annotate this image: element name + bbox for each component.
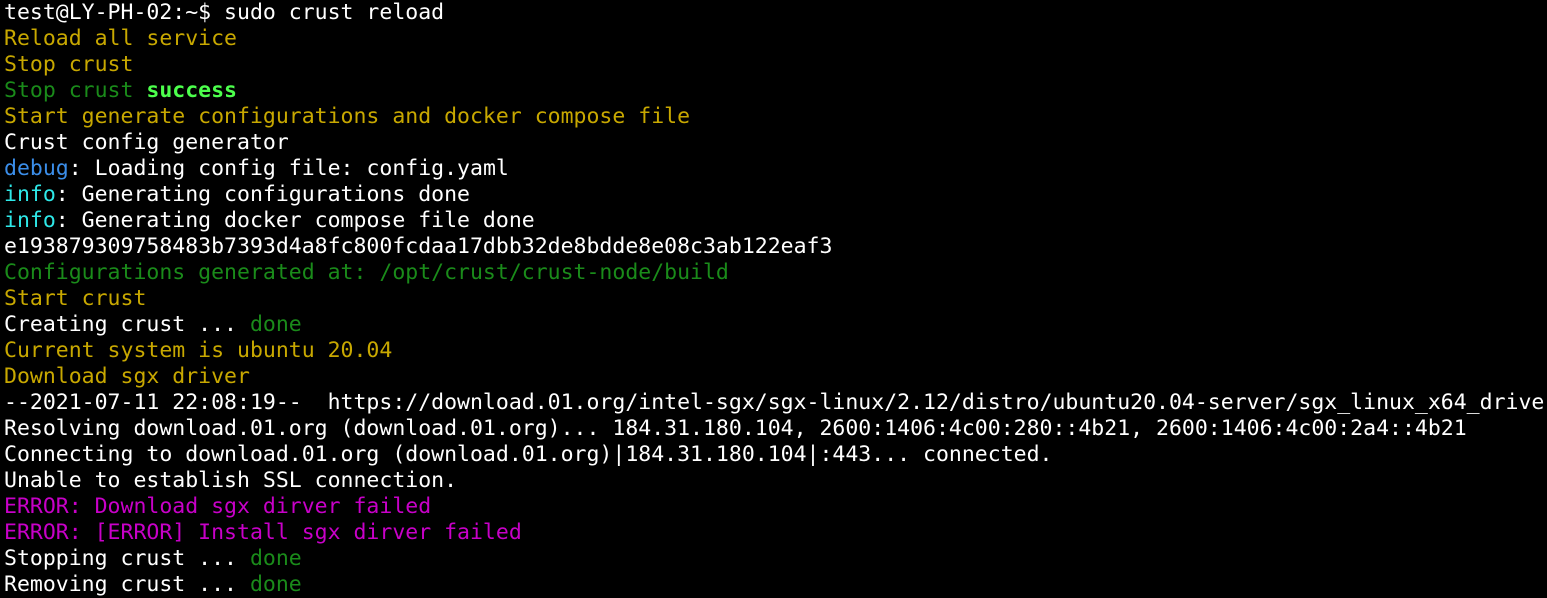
terminal-text-segment: Start crust — [4, 286, 147, 311]
terminal-line: info: Generating docker compose file don… — [4, 208, 1547, 234]
terminal-line: ERROR: Download sgx dirver failed — [4, 494, 1547, 520]
terminal-text-segment: Current system is ubuntu 20.04 — [4, 338, 393, 363]
terminal-text-segment: debug — [4, 156, 69, 181]
terminal-line: Resolving download.01.org (download.01.o… — [4, 416, 1547, 442]
terminal-text-segment: info — [4, 182, 56, 207]
terminal-text-segment: success — [146, 78, 237, 103]
terminal-line: Current system is ubuntu 20.04 — [4, 338, 1547, 364]
terminal-line: Reload all service — [4, 26, 1547, 52]
terminal-line: test@LY-PH-02:~$ sudo crust reload — [4, 0, 1547, 26]
terminal-text-segment: Start generate configurations and docker… — [4, 104, 691, 129]
terminal-line: Stop crust — [4, 52, 1547, 78]
terminal-text-segment: ERROR: Download sgx dirver failed — [4, 494, 432, 519]
terminal-text-segment: Crust config generator — [4, 130, 289, 155]
terminal-text-segment: done — [249, 312, 302, 337]
terminal-line: Start generate configurations and docker… — [4, 104, 1547, 130]
terminal-window[interactable]: test@LY-PH-02:~$ sudo crust reload Reload… — [0, 0, 1547, 598]
terminal-line: Creating crust ... done — [4, 312, 1547, 338]
terminal-line: Configurations generated at: /opt/crust/… — [4, 260, 1547, 286]
terminal-text-segment: : Loading config file: config.yaml — [68, 156, 509, 181]
terminal-line: Download sgx driver — [4, 364, 1547, 390]
terminal-line: info: Generating configurations done — [4, 182, 1547, 208]
terminal-line: Unable to establish SSL connection. — [4, 468, 1547, 494]
terminal-line: Removing crust ... done — [4, 572, 1547, 598]
terminal-text-segment: done — [249, 572, 302, 597]
terminal-text-segment: Download sgx driver — [4, 364, 250, 389]
terminal-text-segment: : Generating configurations done — [55, 182, 470, 207]
terminal-line: debug: Loading config file: config.yaml — [4, 156, 1547, 182]
terminal-line: Stop crust success — [4, 78, 1547, 104]
terminal-text-segment: e193879309758483b7393d4a8fc800fcdaa17dbb… — [4, 234, 833, 259]
terminal-text-segment: Creating crust ... — [4, 312, 250, 337]
terminal-line: Crust config generator — [4, 130, 1547, 156]
terminal-line: Stopping crust ... done — [4, 546, 1547, 572]
terminal-line: e193879309758483b7393d4a8fc800fcdaa17dbb… — [4, 234, 1547, 260]
terminal-line: Connecting to download.01.org (download.… — [4, 442, 1547, 468]
terminal-text-segment: Stop crust — [4, 52, 134, 77]
terminal-text-segment: info — [4, 208, 56, 233]
terminal-text-segment: Removing crust ... — [4, 572, 250, 597]
terminal-text-segment: Stop crust — [4, 78, 147, 103]
terminal-text-segment: Unable to establish SSL connection. — [4, 468, 458, 493]
terminal-text-segment: --2021-07-11 22:08:19-- https://download… — [4, 390, 1545, 415]
terminal-text-segment: ERROR: [ERROR] Install sgx dirver failed — [4, 520, 522, 545]
terminal-line: --2021-07-11 22:08:19-- https://download… — [4, 390, 1547, 416]
terminal-text-segment: done — [249, 546, 302, 571]
terminal-text-segment: test@LY-PH-02:~$ sudo crust reload — [4, 0, 445, 25]
terminal-text-segment: Resolving download.01.org (download.01.o… — [4, 416, 1467, 441]
terminal-line: ERROR: [ERROR] Install sgx dirver failed — [4, 520, 1547, 546]
terminal-text-segment: Stopping crust ... — [4, 546, 250, 571]
terminal-text-segment: Reload all service — [4, 26, 237, 51]
terminal-line: Start crust — [4, 286, 1547, 312]
terminal-text-segment: : Generating docker compose file done — [55, 208, 535, 233]
terminal-text-segment: Configurations generated at: /opt/crust/… — [4, 260, 729, 285]
terminal-text-segment: Connecting to download.01.org (download.… — [4, 442, 1053, 467]
